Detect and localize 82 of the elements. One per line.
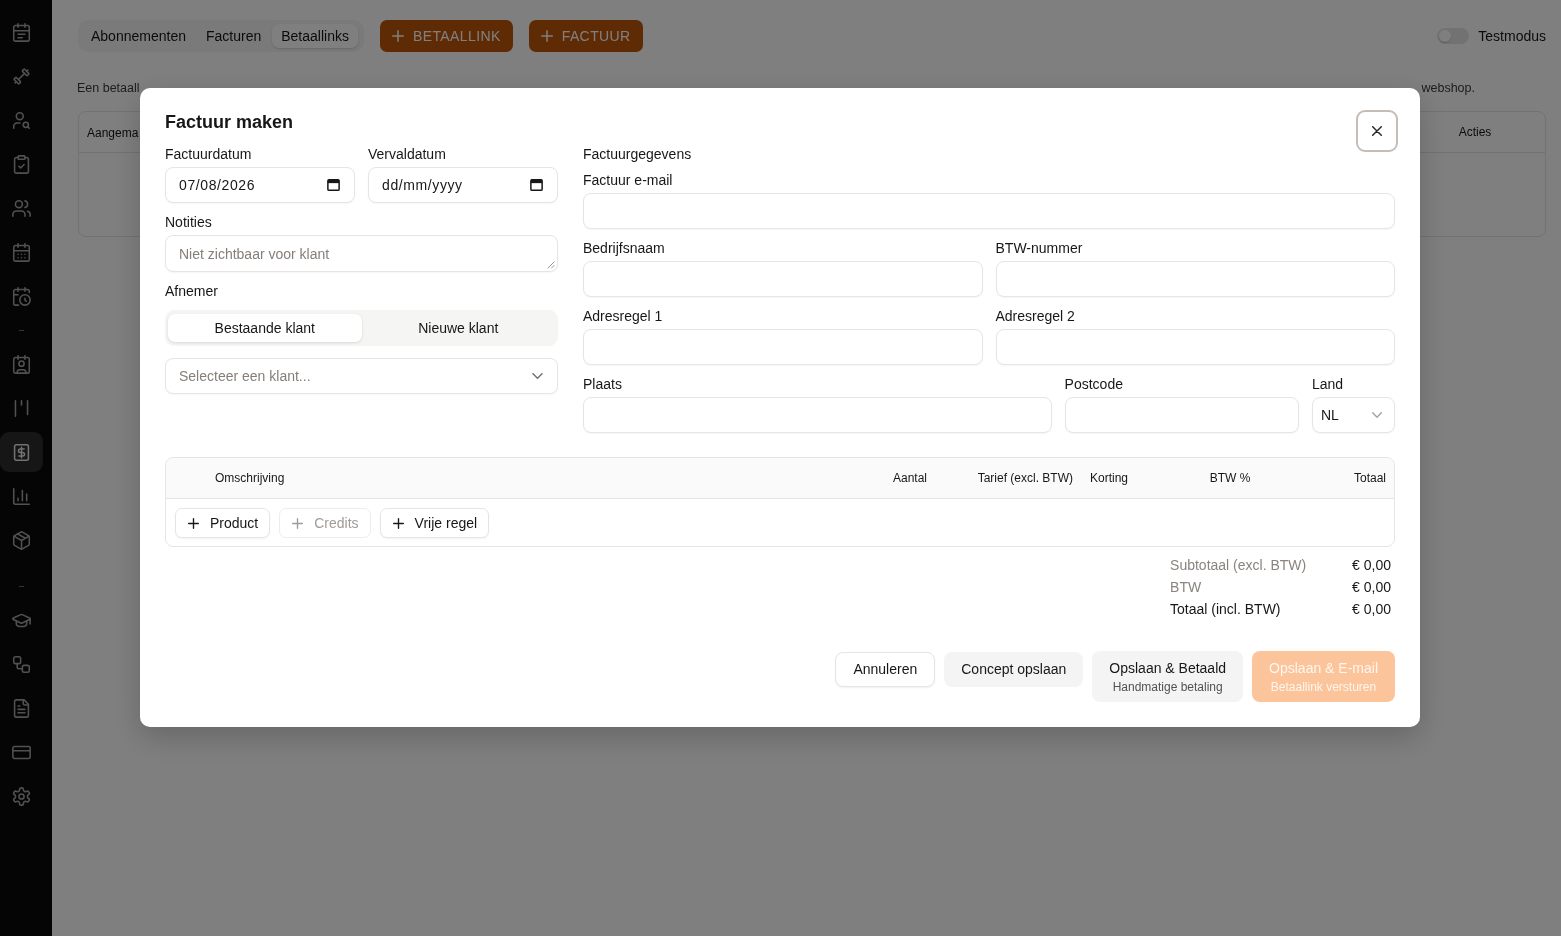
plus-icon [188, 517, 199, 529]
plus-icon [540, 30, 553, 42]
calendar-icon [530, 179, 543, 191]
column-header: Aantal [892, 471, 927, 485]
plus-icon [292, 517, 304, 529]
column-header: Aangema [87, 126, 139, 140]
total-label: Subtotaal (excl. BTW) [1170, 556, 1307, 575]
tab[interactable]: Abonnementen [82, 24, 195, 48]
segment-option[interactable]: Bestaande klant [168, 314, 362, 342]
calendar-icon [327, 179, 340, 191]
field-label: Vervaldatum [368, 145, 446, 164]
users-icon [12, 198, 31, 218]
resize-handle-icon [547, 261, 555, 269]
date-field[interactable]: 07/08/2026 [165, 167, 355, 203]
field-label: Adresregel 1 [583, 307, 663, 326]
cancel-button[interactable]: Annuleren [835, 652, 936, 687]
field-label: Factuur e-mail [583, 171, 673, 190]
total-label: Totaal (incl. BTW) [1170, 600, 1281, 619]
settings-icon [12, 786, 31, 806]
workflow-icon [12, 654, 31, 674]
vertical-lines-icon [12, 398, 31, 418]
document-icon [12, 698, 31, 718]
dumbbell-icon [12, 66, 31, 86]
column-header: BTW % [1209, 471, 1251, 485]
plus-icon [391, 30, 404, 42]
column-header: Omschrijving [215, 471, 285, 485]
dropdown-field[interactable]: NL [1311, 397, 1395, 433]
chevron-down-icon [532, 373, 543, 379]
section-heading: Factuurgegevens [583, 145, 692, 164]
total-label: BTW [1170, 578, 1202, 597]
field-label: Afnemer [165, 282, 218, 301]
customer-select[interactable]: Selecteer een klant... [165, 358, 558, 394]
field-label: Adresregel 2 [995, 307, 1075, 326]
column-header: Korting [1090, 471, 1129, 485]
text-field[interactable] [583, 193, 1395, 229]
field-label: Postcode [1064, 375, 1123, 394]
total-value: € 0,00 [1352, 556, 1391, 575]
total-value: € 0,00 [1352, 578, 1391, 597]
text-field[interactable] [583, 329, 983, 365]
field-label: Plaats [583, 375, 622, 394]
calendar-icon [12, 242, 31, 262]
tab[interactable]: Betaallinks [272, 24, 358, 48]
field-label: Bedrijfsnaam [583, 239, 665, 258]
clipboard-check-icon [12, 154, 31, 174]
calendar-icon [12, 22, 31, 42]
column-header: Acties [1458, 125, 1492, 139]
field-label: BTW-nummer [995, 239, 1083, 258]
column-header: Tarief (excl. BTW) [977, 471, 1073, 485]
calendar-clock-icon [12, 286, 31, 306]
dollar-bill-icon [12, 442, 31, 462]
add-line-button[interactable]: Vrije regel [379, 508, 490, 538]
text-field[interactable] [995, 329, 1395, 365]
text-field[interactable] [583, 261, 983, 297]
tab[interactable]: Facturen [196, 24, 271, 48]
field-label: Land [1311, 375, 1344, 394]
total-value: € 0,00 [1352, 600, 1391, 619]
toggle-switch[interactable] [1437, 28, 1470, 44]
user-search-icon [12, 110, 31, 130]
description-text: Een betaall [77, 80, 140, 97]
save-paid-button[interactable]: Opslaan & Betaald Handmatige betaling [1092, 651, 1244, 702]
close-icon [1372, 126, 1382, 136]
add-line-button[interactable]: Product [175, 508, 271, 538]
notes-field[interactable]: Niet zichtbaar voor klant [165, 235, 558, 272]
close-button[interactable] [1356, 110, 1398, 152]
dialog-title: Factuur maken [165, 111, 294, 134]
bar-chart-icon [12, 486, 31, 506]
toggle-label: Testmodus [1478, 28, 1546, 44]
column-header: Totaal [1353, 471, 1386, 485]
text-field[interactable] [583, 397, 1052, 433]
field-label: Notities [165, 213, 212, 232]
save-draft-button[interactable]: Concept opslaan [944, 652, 1084, 687]
contact-icon [12, 354, 31, 374]
sidebar-item[interactable] [0, 432, 43, 472]
field-label: Factuurdatum [165, 145, 252, 164]
box-icon [12, 530, 31, 550]
text-field[interactable] [995, 261, 1395, 297]
chevron-down-icon [1372, 412, 1382, 418]
description-text: webshop. [1421, 80, 1475, 97]
plus-icon [392, 517, 404, 529]
text-field[interactable] [1064, 397, 1299, 433]
segment-option[interactable]: Nieuwe klant [361, 314, 555, 342]
date-field[interactable]: dd/mm/yyyy [368, 167, 558, 203]
